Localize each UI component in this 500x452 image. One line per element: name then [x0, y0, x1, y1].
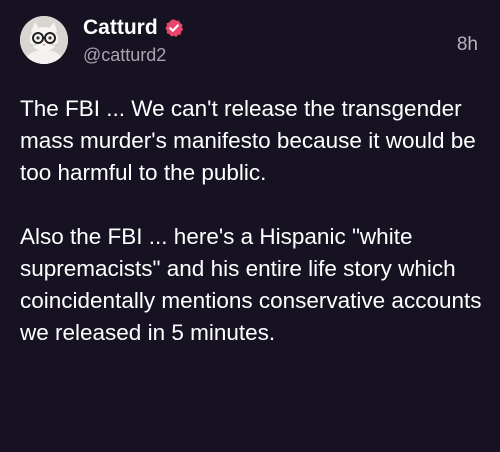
post-body: The FBI ... We can't release the transge… [20, 93, 482, 349]
author-handle[interactable]: @catturd2 [83, 44, 166, 66]
post-timestamp[interactable]: 8h [457, 34, 478, 56]
verified-badge-icon [164, 18, 184, 38]
author-display-name: Catturd [83, 16, 158, 39]
author-name[interactable]: Catturd [83, 15, 184, 41]
post-paragraph: Also the FBI ... here's a Hispanic "whit… [20, 224, 482, 345]
cat-avatar-icon[interactable] [20, 16, 68, 64]
post-paragraph: The FBI ... We can't release the transge… [20, 96, 476, 185]
avatar-image [20, 16, 68, 64]
post: Catturd @catturd2 8h The FBI ... We can'… [0, 0, 500, 452]
